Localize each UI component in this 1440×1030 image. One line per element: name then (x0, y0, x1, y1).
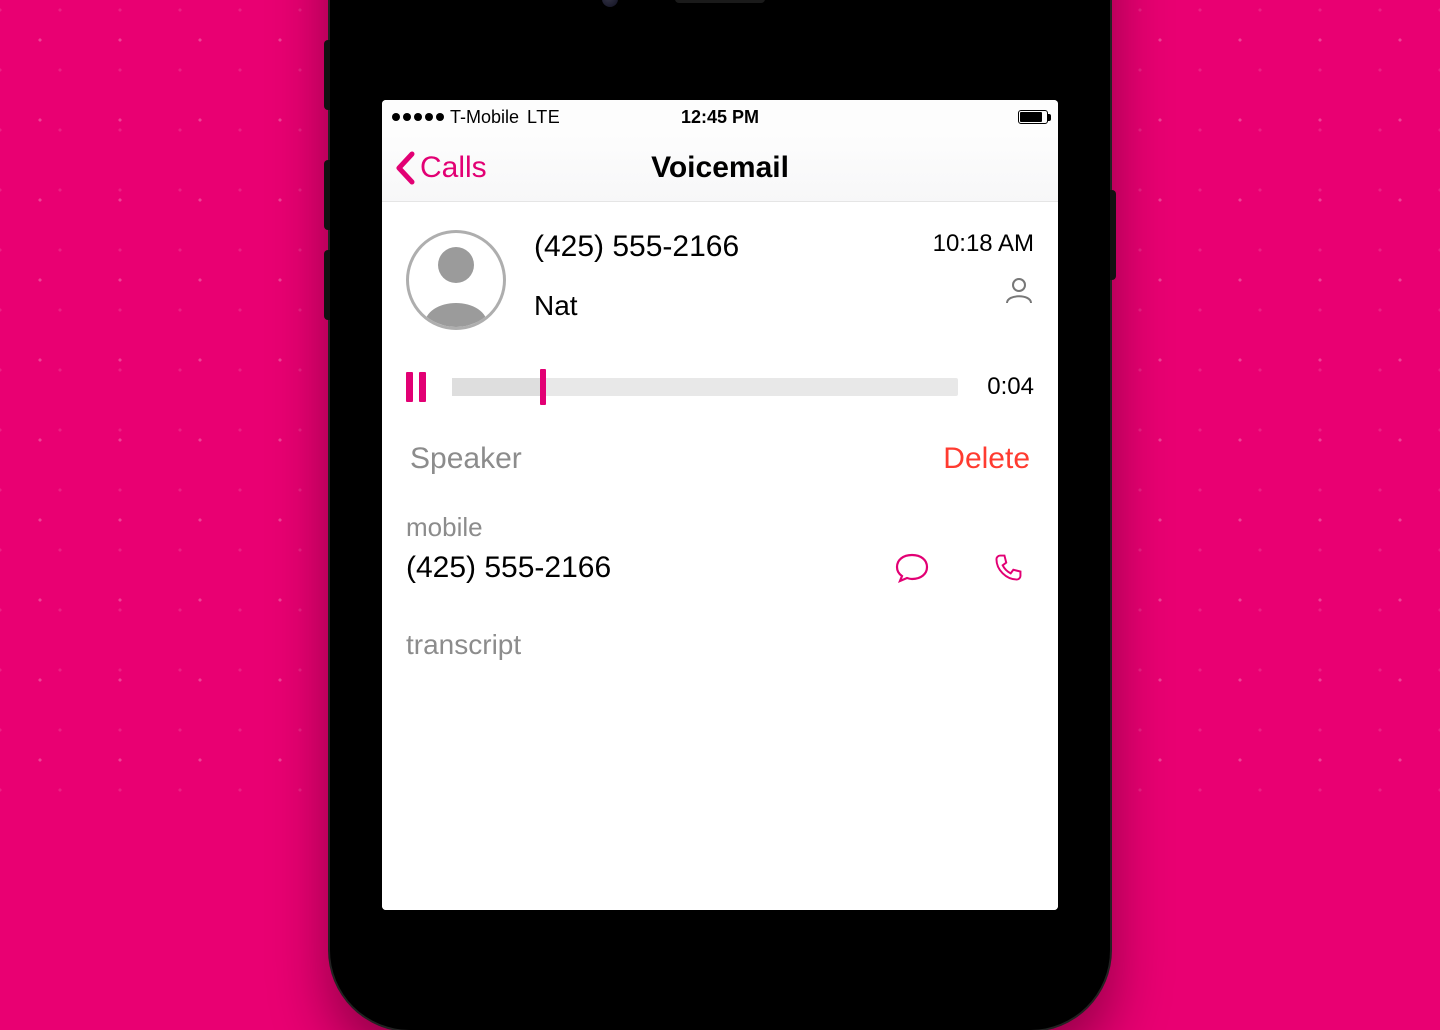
voicemail-time: 10:18 AM (933, 230, 1034, 258)
pause-bar-icon (419, 372, 426, 402)
back-button[interactable]: Calls (394, 151, 487, 185)
contact-detail-button[interactable] (1004, 276, 1034, 309)
elapsed-time: 0:04 (984, 373, 1034, 401)
nav-bar: Calls Voicemail (382, 134, 1058, 202)
back-label: Calls (420, 151, 487, 185)
voicemail-content: (425) 555-2166 Nat 10:18 AM (382, 202, 1058, 910)
contact-type-label: mobile (406, 512, 1034, 543)
status-time: 12:45 PM (681, 107, 759, 128)
playback-scrubber[interactable] (452, 378, 958, 396)
pause-button[interactable] (406, 372, 426, 402)
signal-strength-icon (392, 113, 444, 121)
avatar (406, 230, 506, 330)
phone-earpiece (675, 0, 765, 3)
status-bar: T-Mobile LTE 12:45 PM (382, 100, 1058, 134)
caller-left: (425) 555-2166 Nat (534, 230, 739, 322)
person-silhouette-icon (416, 237, 496, 327)
delete-button[interactable]: Delete (943, 442, 1030, 476)
caller-number: (425) 555-2166 (534, 230, 739, 264)
phone-icon[interactable] (990, 552, 1026, 584)
scrubber-fill (452, 378, 543, 396)
action-row: Speaker Delete (406, 442, 1034, 476)
contact-number: (425) 555-2166 (406, 551, 611, 585)
chevron-left-icon (394, 151, 416, 185)
battery-icon (1018, 110, 1048, 124)
page-title: Voicemail (651, 151, 789, 185)
pause-bar-icon (406, 372, 413, 402)
caller-row: (425) 555-2166 Nat 10:18 AM (406, 230, 1034, 330)
caller-info: (425) 555-2166 Nat 10:18 AM (534, 230, 1034, 322)
caller-right: 10:18 AM (933, 230, 1034, 322)
transcript-label: transcript (406, 629, 1034, 661)
phone-camera (602, 0, 618, 7)
carrier-label: T-Mobile (450, 107, 519, 128)
contact-line: (425) 555-2166 (406, 551, 1034, 585)
status-left: T-Mobile LTE (392, 107, 560, 128)
playback-controls: 0:04 (406, 372, 1034, 402)
contact-block: mobile (425) 555-2166 (406, 512, 1034, 585)
message-icon[interactable] (894, 552, 930, 584)
caller-name: Nat (534, 290, 739, 322)
person-outline-icon (1004, 276, 1034, 304)
network-label: LTE (527, 107, 560, 128)
phone-screen: T-Mobile LTE 12:45 PM Calls Voicemail (382, 100, 1058, 910)
speaker-button[interactable]: Speaker (410, 442, 522, 476)
phone-frame: T-Mobile LTE 12:45 PM Calls Voicemail (330, 0, 1110, 1030)
contact-actions (894, 552, 1034, 584)
scrubber-playhead-icon (540, 369, 546, 405)
